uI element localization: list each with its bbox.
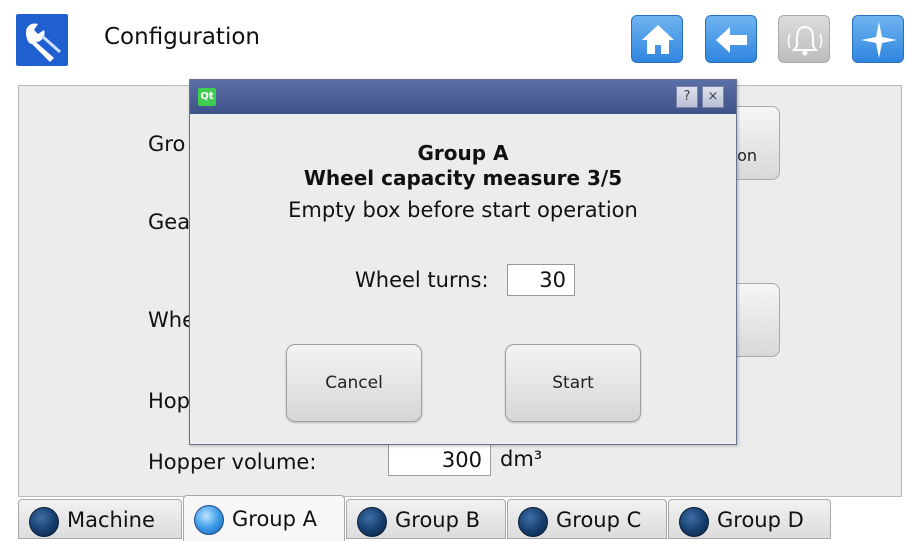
dialog-titlebar[interactable]: Qt ? × [190, 80, 736, 114]
wrench-icon [16, 14, 68, 66]
wheel-capacity-dialog: Qt ? × Group A Wheel capacity measure 3/… [189, 79, 737, 445]
wheel-turns-input[interactable]: 30 [507, 264, 575, 296]
page-title: Configuration [104, 24, 260, 50]
navigation-button[interactable] [852, 15, 904, 63]
tab-group-a-label: Group A [232, 507, 317, 531]
gear-row-label: Gea [148, 210, 191, 234]
tab-group-a[interactable]: Group A [183, 495, 345, 541]
calibration-button-label: on [737, 146, 757, 165]
header-bar: Configuration [0, 0, 906, 78]
indicator-dot-icon [357, 507, 387, 537]
tab-group-c-label: Group C [556, 508, 642, 532]
alarm-button[interactable] [778, 15, 830, 63]
tab-group-b[interactable]: Group B [346, 499, 506, 539]
tab-group-c[interactable]: Group C [507, 499, 667, 539]
indicator-dot-icon [194, 505, 224, 535]
tab-group-d[interactable]: Group D [668, 499, 831, 539]
back-button[interactable] [705, 15, 757, 63]
hopper-row-label: Hop [148, 389, 190, 413]
dialog-step-heading: Wheel capacity measure 3/5 [303, 166, 623, 190]
group-row-label: Gro [148, 132, 186, 156]
help-button[interactable]: ? [676, 86, 698, 108]
wheel-row-label: Whe [148, 308, 195, 332]
tab-machine-label: Machine [67, 508, 155, 532]
tab-group-b-label: Group B [395, 508, 481, 532]
indicator-dot-icon [29, 507, 59, 537]
indicator-dot-icon [679, 507, 709, 537]
home-icon [642, 25, 674, 54]
indicator-dot-icon [518, 507, 548, 537]
start-button[interactable]: Start [505, 344, 641, 422]
compass-star-icon [861, 22, 897, 58]
home-button[interactable] [631, 15, 683, 63]
cancel-button[interactable]: Cancel [286, 344, 422, 422]
hopper-volume-label: Hopper volume: [148, 450, 317, 474]
close-button[interactable]: × [702, 86, 724, 108]
hopper-volume-field[interactable]: 300 [388, 444, 491, 476]
wheel-turns-label: Wheel turns: [355, 268, 489, 292]
back-arrow-icon [716, 27, 747, 53]
dialog-instruction: Empty box before start operation [288, 198, 638, 222]
tab-machine[interactable]: Machine [18, 499, 182, 539]
dialog-group-heading: Group A [417, 141, 509, 165]
qt-logo-icon: Qt [198, 88, 216, 106]
hopper-volume-unit: dm³ [500, 447, 543, 471]
tab-group-d-label: Group D [717, 508, 804, 532]
alarm-bell-icon [787, 25, 823, 56]
